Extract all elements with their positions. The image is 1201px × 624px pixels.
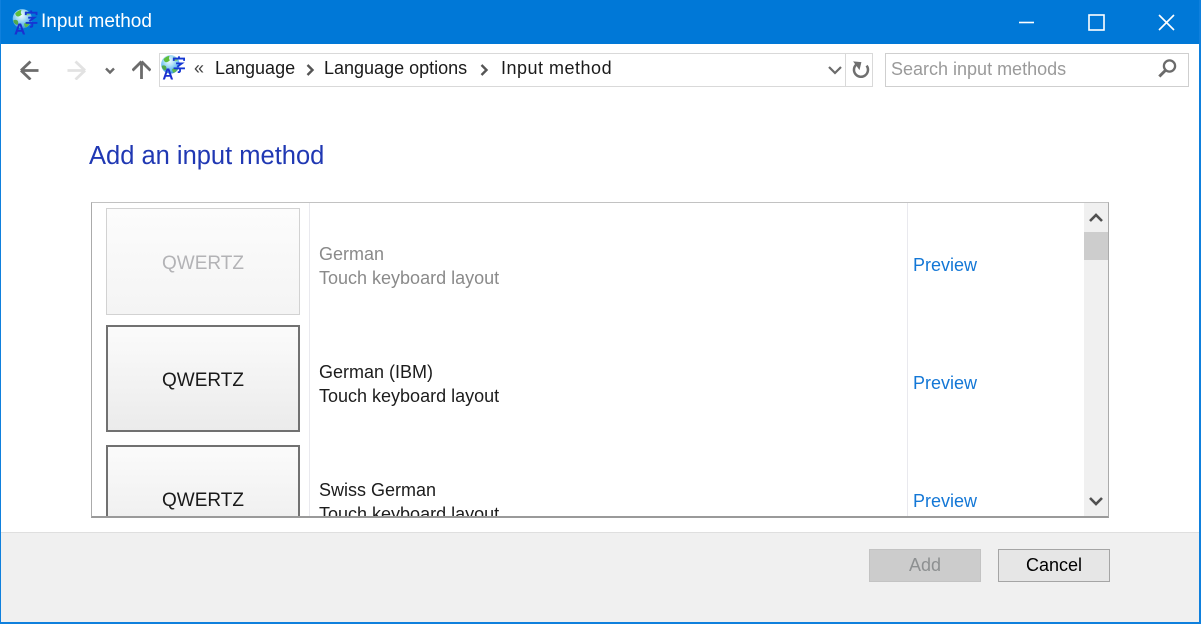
svg-text:A: A	[14, 22, 26, 37]
